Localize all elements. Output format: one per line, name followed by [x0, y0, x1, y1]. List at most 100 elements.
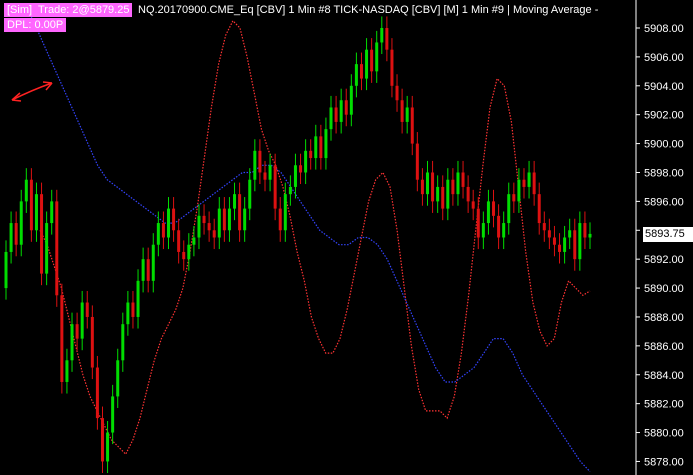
candle-body	[9, 223, 13, 252]
candle-body	[121, 324, 125, 361]
candle-body	[451, 179, 455, 195]
candle-body	[492, 201, 496, 216]
candle-body	[304, 150, 308, 173]
dpl-badge: DPL: 0.00P	[4, 18, 67, 32]
candle-body	[349, 85, 353, 115]
candle-body	[293, 165, 297, 187]
price-tick-label: 5892.00	[644, 254, 684, 266]
candle-body	[187, 244, 191, 260]
trade-label: Trade: 2@5879.25	[37, 4, 130, 16]
candle-body	[471, 201, 475, 209]
candle-body	[156, 223, 160, 245]
candlestick-layer	[4, 16, 592, 473]
candle-body	[365, 49, 369, 79]
candle-body	[563, 237, 567, 252]
candle-body	[80, 302, 84, 339]
price-tick-label: 5902.00	[644, 110, 684, 122]
candle-body	[375, 42, 379, 72]
candle-body	[131, 302, 135, 317]
candle-body	[497, 215, 501, 238]
candle-body	[258, 150, 262, 173]
candle-body	[248, 179, 252, 209]
price-tick-label: 5878.00	[644, 456, 684, 468]
candle-body	[263, 172, 267, 180]
tick-nasdaq-line-layer	[39, 19, 591, 456]
price-tick-label: 5882.00	[644, 399, 684, 411]
candle-body	[45, 223, 49, 274]
price-tick-label: 5888.00	[644, 312, 684, 324]
candle-body	[461, 172, 465, 187]
candle-body	[415, 143, 419, 180]
candle-body	[395, 85, 399, 101]
candle-body	[436, 186, 440, 202]
candle-body	[268, 165, 272, 180]
price-tick-label: 5904.00	[644, 81, 684, 93]
candle-body	[420, 179, 424, 195]
sim-trade-badge[interactable]: [Sim] Trade: 2@5879.25	[4, 3, 133, 17]
candle-body	[466, 186, 470, 202]
candle-body	[344, 100, 348, 115]
candle-body	[441, 186, 445, 209]
sim-label: [Sim]	[7, 4, 33, 16]
candle-body	[324, 129, 328, 159]
candle-body	[111, 396, 115, 433]
candle-body	[172, 208, 176, 231]
price-tick-label: 5880.00	[644, 428, 684, 440]
candle-body	[476, 208, 480, 238]
candle-body	[552, 237, 556, 245]
candle-body	[34, 194, 38, 231]
candle-body	[583, 223, 587, 238]
candle-body	[197, 215, 201, 238]
last-price-marker: 5893.75	[643, 226, 693, 242]
candle-body	[568, 230, 572, 238]
price-tick-label: 5908.00	[644, 23, 684, 35]
candle-body	[75, 324, 79, 339]
price-tick-label: 5884.00	[644, 370, 684, 382]
candle-body	[100, 418, 104, 462]
candle-body	[385, 28, 389, 50]
candle-body	[502, 223, 506, 238]
candle-body	[222, 208, 226, 231]
candle-body	[146, 259, 150, 281]
price-tick-label: 5886.00	[644, 341, 684, 353]
tick-nasdaq-line	[39, 19, 591, 456]
candle-body	[314, 136, 318, 159]
candle-body	[202, 215, 206, 224]
candle-body	[517, 179, 521, 202]
candle-body	[481, 223, 485, 238]
price-chart[interactable]: 5908.00 5906.00 5904.00 5902.00 5900.00 5898.…	[0, 0, 693, 475]
candle-body	[299, 165, 303, 173]
price-tick-label: 5900.00	[644, 139, 684, 151]
candle-body	[106, 432, 110, 462]
double-arrow-annotation[interactable]	[11, 82, 53, 101]
drawing-annotation-layer[interactable]	[11, 81, 53, 102]
candle-body	[161, 223, 165, 238]
candle-body	[227, 208, 231, 231]
candle-body	[588, 233, 592, 238]
candle-body	[431, 172, 435, 202]
candle-body	[70, 324, 74, 361]
candle-body	[90, 316, 94, 368]
candle-body	[217, 208, 221, 238]
candle-body	[233, 194, 237, 209]
candle-body	[273, 165, 277, 209]
candle-body	[238, 194, 242, 231]
candle-body	[29, 179, 33, 231]
candle-body	[486, 201, 490, 224]
candle-body	[527, 172, 531, 187]
price-tick-label: 5896.00	[644, 196, 684, 208]
candle-body	[192, 237, 196, 245]
candle-body	[212, 230, 216, 238]
candle-body	[136, 280, 140, 317]
candle-body	[50, 201, 54, 224]
candle-body	[390, 49, 394, 86]
candle-body	[329, 107, 333, 130]
price-tick-label: 5890.00	[644, 283, 684, 295]
candle-body	[558, 244, 562, 252]
candle-body	[507, 194, 511, 224]
candle-body	[446, 179, 450, 209]
candle-body	[578, 223, 582, 260]
candle-body	[253, 150, 257, 180]
candle-body	[278, 208, 282, 231]
candle-body	[14, 223, 18, 245]
